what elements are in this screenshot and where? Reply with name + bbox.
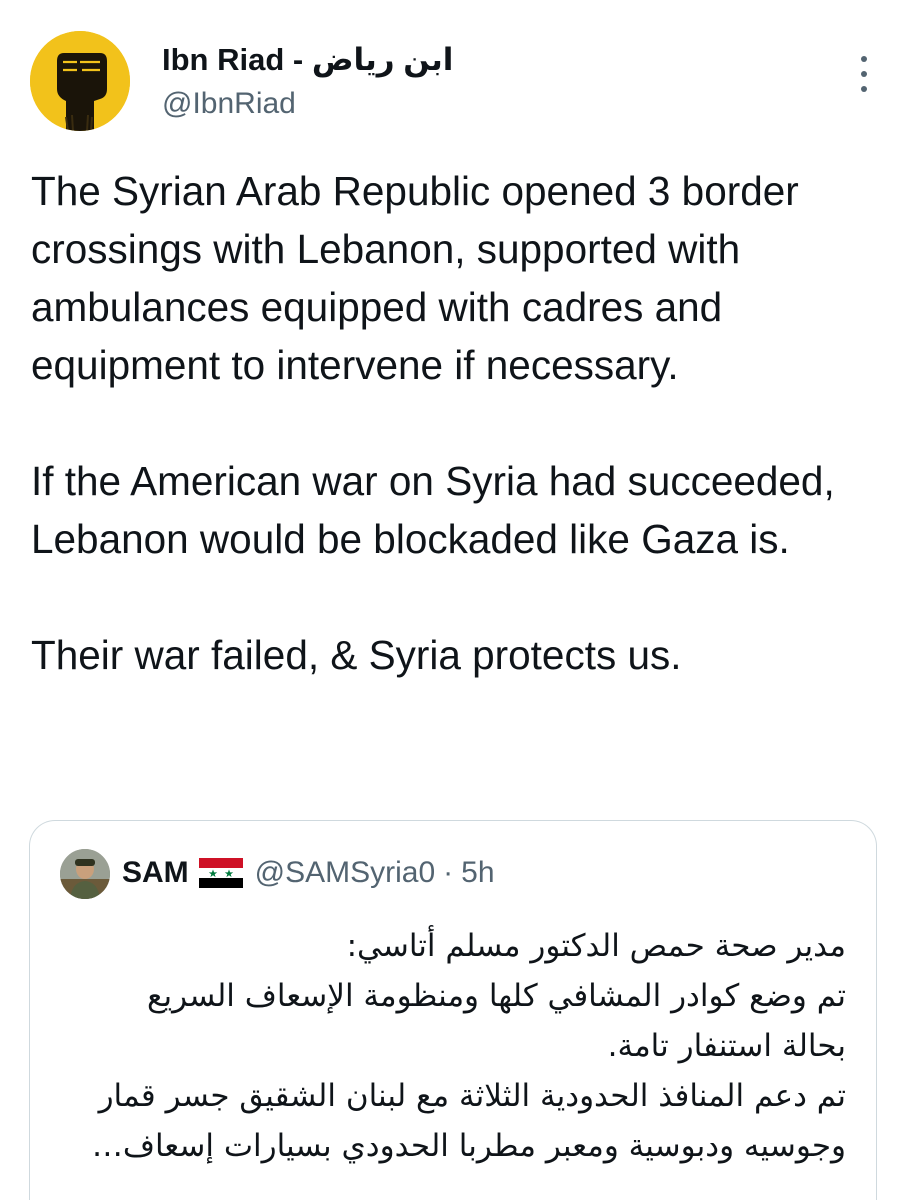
more-dot-icon	[861, 56, 867, 62]
more-dot-icon	[861, 71, 867, 77]
quoted-text-line: بحالة استنفار تامة.	[607, 1028, 846, 1064]
tweet-paragraph: Their war failed, & Syria protects us.	[31, 632, 682, 678]
quoted-author-name[interactable]: SAM	[122, 851, 189, 895]
header-separator: ·	[443, 856, 454, 889]
quoted-timestamp[interactable]: 5h	[461, 851, 494, 895]
quoted-text-line: تم دعم المنافذ الحدودية الثلاثة مع لبنان…	[98, 1078, 846, 1114]
author-info: Ibn Riad - ابن رياض @IbnRiad	[162, 40, 453, 124]
quoted-tweet-card[interactable]: SAM @SAMSyria0 · 5h مدير صحة حمص الدكتور…	[29, 820, 877, 1200]
tweet-text: The Syrian Arab Republic opened 3 border…	[31, 162, 881, 684]
author-handle[interactable]: @IbnRiad	[162, 84, 453, 124]
quoted-header: SAM @SAMSyria0 · 5h	[122, 851, 495, 895]
author-avatar[interactable]	[30, 31, 130, 131]
raised-fist-icon	[30, 31, 130, 131]
more-dot-icon	[861, 86, 867, 92]
more-options-button[interactable]	[856, 56, 872, 92]
tweet-paragraph: If the American war on Syria had succeed…	[31, 458, 835, 562]
quoted-text-line: مدير صحة حمص الدكتور مسلم أتاسي:	[346, 928, 846, 964]
author-name[interactable]: Ibn Riad - ابن رياض	[162, 40, 453, 80]
quoted-tweet-text: مدير صحة حمص الدكتور مسلم أتاسي: تم وضع …	[56, 921, 846, 1171]
syria-flag-icon	[198, 858, 243, 888]
quoted-text-line: وجوسيه ودبوسية ومعبر مطربا الحدودي بسيار…	[91, 1128, 846, 1164]
quoted-text-line: تم وضع كوادر المشافي كلها ومنظومة الإسعا…	[146, 978, 846, 1014]
tweet-paragraph: The Syrian Arab Republic opened 3 border…	[31, 168, 799, 388]
tweet: Ibn Riad - ابن رياض @IbnRiad The Syrian …	[0, 0, 908, 1200]
quoted-author-handle[interactable]: @SAMSyria0	[255, 851, 436, 895]
profile-photo-icon	[60, 849, 110, 899]
quoted-author-avatar[interactable]	[60, 849, 110, 899]
